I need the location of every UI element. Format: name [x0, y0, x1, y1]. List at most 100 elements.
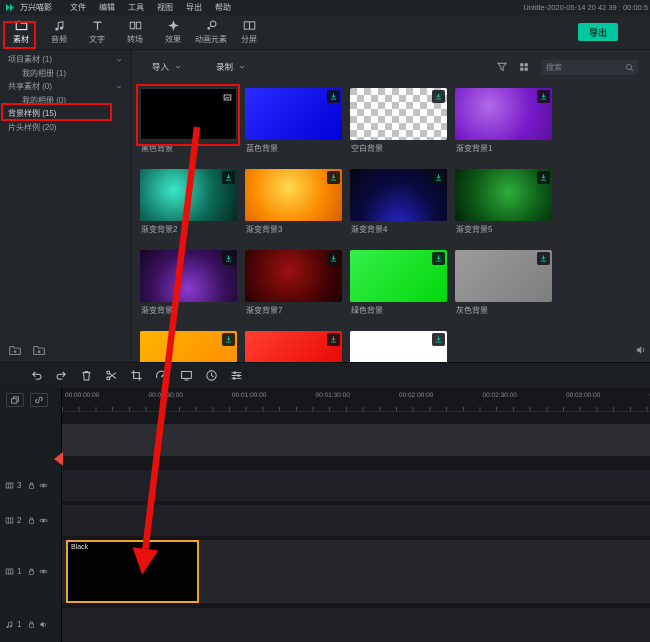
thumbnail-preview[interactable] — [140, 88, 237, 140]
track-header-video-2[interactable]: 2 — [0, 505, 62, 536]
track-lane-video-2[interactable] — [62, 505, 650, 536]
panel-tab[interactable]: 动画元素 — [192, 15, 230, 49]
speaker-icon[interactable] — [635, 344, 647, 356]
menu-item[interactable]: 编辑 — [99, 2, 115, 13]
thumbnail-preview[interactable] — [350, 331, 447, 362]
search-icon[interactable] — [625, 63, 634, 72]
media-thumbnail[interactable]: 空白背景 — [350, 88, 447, 154]
menu-item[interactable]: 工具 — [128, 2, 144, 13]
thumbnail-preview[interactable] — [350, 250, 447, 302]
media-thumbnail[interactable] — [245, 331, 342, 362]
thumbnail-preview[interactable] — [455, 169, 552, 221]
lock-icon[interactable] — [27, 516, 36, 525]
record-dropdown[interactable]: 录制 — [216, 61, 246, 73]
media-thumbnail[interactable]: 渐变背景7 — [245, 250, 342, 316]
download-icon[interactable] — [327, 90, 340, 103]
sidebar-item[interactable]: 项目素材 (1) — [0, 53, 131, 67]
menu-item[interactable]: 导出 — [186, 2, 202, 13]
thumbnail-preview[interactable] — [350, 169, 447, 221]
media-thumbnail[interactable]: 渐变背景1 — [455, 88, 552, 154]
media-thumbnail[interactable] — [350, 331, 447, 362]
trash-icon[interactable] — [80, 369, 93, 382]
thumbnail-preview[interactable] — [245, 88, 342, 140]
download-icon[interactable] — [537, 171, 550, 184]
panel-tab[interactable]: 素材 — [2, 15, 40, 49]
folderx-icon[interactable] — [32, 344, 46, 357]
thumbnail-preview[interactable] — [140, 250, 237, 302]
menu-item[interactable]: 文件 — [70, 2, 86, 13]
download-icon[interactable] — [432, 252, 445, 265]
menu-item[interactable]: 帮助 — [215, 2, 231, 13]
track-header-video-3[interactable]: 3 — [0, 470, 62, 501]
crop-icon[interactable] — [130, 369, 143, 382]
media-thumbnail[interactable]: 绿色背景 — [350, 250, 447, 316]
panel-tab[interactable]: 音频 — [40, 15, 78, 49]
download-icon[interactable] — [222, 171, 235, 184]
media-thumbnail[interactable]: 渐变背景5 — [455, 169, 552, 235]
download-icon[interactable] — [222, 252, 235, 265]
link-icon[interactable] — [30, 393, 48, 407]
layers-icon[interactable] — [6, 393, 24, 407]
thumbnail-preview[interactable] — [245, 250, 342, 302]
sidebar-item[interactable]: 共享素材 (0) — [0, 80, 131, 94]
track-header-audio-1[interactable]: 1 — [0, 608, 62, 641]
sidebar-item[interactable]: 片头样例 (20) — [0, 121, 131, 135]
sidebar-item[interactable]: 我的相册 (1) — [0, 67, 131, 81]
scissors-icon[interactable] — [105, 369, 118, 382]
import-dropdown[interactable]: 导入 — [152, 61, 182, 73]
redo-icon[interactable] — [55, 369, 68, 382]
panel-tab[interactable]: 文字 — [78, 15, 116, 49]
download-icon[interactable] — [327, 171, 340, 184]
media-thumbnail[interactable]: 蓝色背景 — [245, 88, 342, 154]
thumbnail-preview[interactable] — [350, 88, 447, 140]
media-thumbnail[interactable]: 灰色背景 — [455, 250, 552, 316]
screen-icon[interactable] — [180, 369, 193, 382]
eye-icon[interactable] — [39, 516, 48, 525]
eye-icon[interactable] — [39, 481, 48, 490]
track-lane-video-3[interactable] — [62, 470, 650, 501]
sliders-icon[interactable] — [230, 369, 243, 382]
speaker-icon[interactable] — [39, 620, 48, 629]
speed-icon[interactable] — [155, 369, 168, 382]
eye-icon[interactable] — [39, 567, 48, 576]
filter-icon[interactable] — [496, 61, 508, 73]
search-input[interactable] — [546, 63, 625, 72]
media-thumbnail[interactable]: 黑色背景 — [140, 88, 237, 154]
media-thumbnail[interactable]: 渐变背景4 — [350, 169, 447, 235]
thumbnail-preview[interactable] — [455, 250, 552, 302]
lock-icon[interactable] — [27, 620, 36, 629]
download-icon[interactable] — [432, 333, 445, 346]
media-thumbnail[interactable]: 渐变背景3 — [245, 169, 342, 235]
download-icon[interactable] — [222, 333, 235, 346]
chevron-down-icon[interactable] — [115, 83, 123, 91]
search-box[interactable] — [542, 60, 638, 75]
lock-icon[interactable] — [27, 567, 36, 576]
media-thumbnail[interactable] — [140, 331, 237, 362]
download-icon[interactable] — [327, 252, 340, 265]
undo-icon[interactable] — [30, 369, 43, 382]
export-button[interactable]: 导出 — [578, 23, 618, 41]
thumbnail-preview[interactable] — [245, 331, 342, 362]
thumbnail-preview[interactable] — [140, 169, 237, 221]
panel-tab[interactable]: 分屏 — [230, 15, 268, 49]
chevron-down-icon[interactable] — [115, 56, 123, 64]
panel-tab[interactable]: 效果 — [154, 15, 192, 49]
download-icon[interactable] — [537, 252, 550, 265]
timeline-clip-black[interactable]: Black — [66, 540, 199, 603]
lock-icon[interactable] — [27, 481, 36, 490]
folderplus-icon[interactable] — [8, 344, 22, 357]
thumbnail-preview[interactable] — [245, 169, 342, 221]
thumbnail-preview[interactable] — [455, 88, 552, 140]
grid-view-icon[interactable] — [518, 61, 530, 73]
download-icon[interactable] — [432, 90, 445, 103]
image-icon[interactable] — [221, 91, 234, 104]
sidebar-item[interactable]: 背景样例 (15) — [0, 107, 131, 121]
download-icon[interactable] — [432, 171, 445, 184]
clock-icon[interactable] — [205, 369, 218, 382]
track-lane-audio-1[interactable] — [62, 608, 650, 641]
thumbnail-preview[interactable] — [140, 331, 237, 362]
menu-item[interactable]: 视图 — [157, 2, 173, 13]
track-header-video-1[interactable]: 1 — [0, 540, 62, 603]
download-icon[interactable] — [327, 333, 340, 346]
download-icon[interactable] — [537, 90, 550, 103]
